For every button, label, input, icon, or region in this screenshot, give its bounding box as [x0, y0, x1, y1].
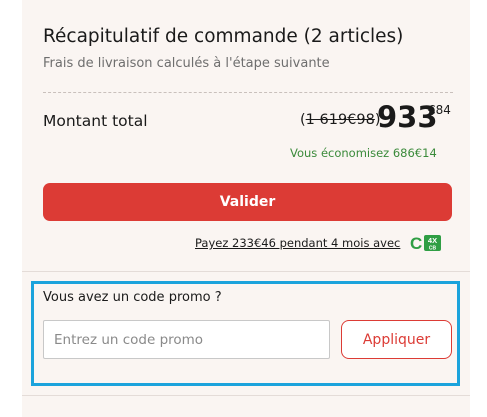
c4x-logo-letter: C [410, 234, 422, 252]
bottom-divider [22, 395, 470, 396]
old-price-value: 1 619€98 [305, 112, 375, 128]
apply-promo-button[interactable]: Appliquer [341, 320, 452, 359]
savings-text: Vous économisez 686€14 [290, 146, 437, 160]
new-price-cents: €84 [428, 103, 451, 117]
dashed-divider [43, 92, 453, 93]
promo-code-input[interactable] [43, 320, 330, 359]
old-price: (1 619€98) [300, 112, 381, 128]
installment-offer: Payez 233€46 pendant 4 mois avec C 4X CB [195, 234, 442, 252]
order-summary-title: Récapitulatif de commande (2 articles) [43, 26, 404, 47]
promo-question: Vous avez un code promo ? [43, 290, 222, 305]
section-divider [22, 271, 470, 272]
c4x-logo-badge-bottom: CB [429, 246, 437, 252]
new-price: 933 €84 [377, 100, 451, 134]
validate-button[interactable]: Valider [43, 183, 452, 221]
total-label: Montant total [43, 112, 148, 130]
shipping-note: Frais de livraison calculés à l'étape su… [43, 56, 330, 71]
c4x-payment-logo-icon: C 4X CB [410, 234, 442, 252]
c4x-logo-icon: C 4X CB [410, 234, 442, 252]
c4x-logo-badge-top: 4X [428, 236, 437, 245]
installment-link[interactable]: Payez 233€46 pendant 4 mois avec [195, 236, 400, 250]
